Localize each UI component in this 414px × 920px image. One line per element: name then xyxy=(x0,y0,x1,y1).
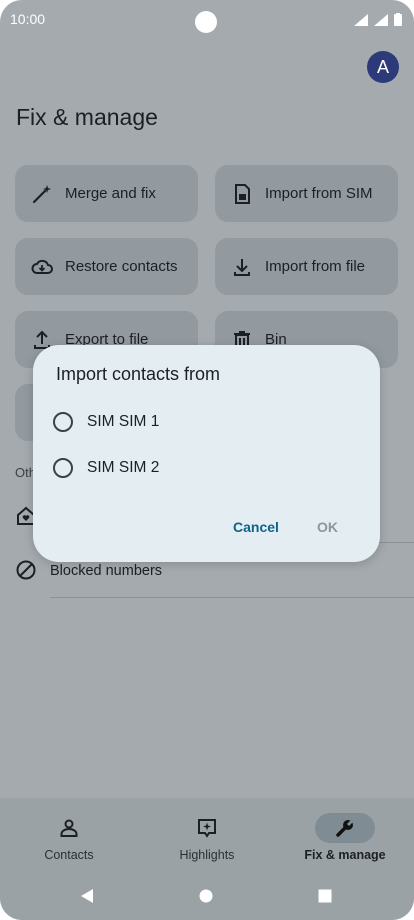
nav-highlights[interactable]: Highlights xyxy=(138,798,276,878)
recents-icon[interactable] xyxy=(318,889,332,903)
merge-and-fix-label: Merge and fix xyxy=(65,185,156,202)
nav-fix-label: Fix & manage xyxy=(304,848,386,862)
sim-card-icon xyxy=(231,183,253,205)
blocked-numbers-label: Blocked numbers xyxy=(50,563,163,579)
download-icon xyxy=(231,256,253,278)
ok-button[interactable]: OK xyxy=(317,519,338,535)
radio-button[interactable] xyxy=(53,458,73,478)
option-label: SIM SIM 2 xyxy=(87,459,160,476)
import-from-file-button[interactable]: Import from file xyxy=(215,238,398,295)
magic-wand-icon xyxy=(31,183,53,205)
status-time: 10:00 xyxy=(10,11,46,27)
account-avatar[interactable]: A xyxy=(367,51,399,83)
block-icon xyxy=(16,560,36,580)
import-from-sim-button[interactable]: Import from SIM xyxy=(215,165,398,222)
person-icon xyxy=(39,813,99,843)
restore-contacts-label: Restore contacts xyxy=(65,258,178,275)
import-from-file-label: Import from file xyxy=(265,258,366,275)
nav-contacts[interactable]: Contacts xyxy=(0,798,138,878)
home-icon[interactable] xyxy=(199,889,213,903)
wifi-icon xyxy=(354,14,368,26)
radio-button[interactable] xyxy=(53,412,73,432)
battery-icon xyxy=(394,13,402,26)
nav-fix-and-manage[interactable]: Fix & manage xyxy=(276,798,414,878)
wrench-icon xyxy=(315,813,375,843)
cloud-download-icon xyxy=(31,256,53,278)
nav-contacts-label: Contacts xyxy=(44,848,94,862)
restore-contacts-button[interactable]: Restore contacts xyxy=(15,238,198,295)
option-label: SIM SIM 1 xyxy=(87,413,160,430)
option-sim-2[interactable]: SIM SIM 2 xyxy=(53,458,159,478)
page-title: Fix & manage xyxy=(16,104,158,130)
merge-and-fix-button[interactable]: Merge and fix xyxy=(15,165,198,222)
avatar-initial: A xyxy=(376,56,389,77)
camera-cutout xyxy=(195,11,217,33)
dialog-title: Import contacts from xyxy=(56,364,221,384)
back-icon[interactable] xyxy=(80,888,94,904)
status-bar: 10:00 xyxy=(0,0,414,40)
option-sim-1[interactable]: SIM SIM 1 xyxy=(53,412,159,432)
highlight-sparkle-icon xyxy=(177,813,237,843)
divider xyxy=(50,597,414,598)
nav-highlights-label: Highlights xyxy=(179,848,235,862)
system-navigation-bar xyxy=(0,870,414,920)
import-contacts-dialog: Import contacts from SIM SIM 1 SIM SIM 2… xyxy=(33,345,380,562)
screen: 10:00 A Fix & manage Merge and fix Impor… xyxy=(0,0,414,920)
cancel-button[interactable]: Cancel xyxy=(233,519,279,535)
status-icons xyxy=(354,13,402,26)
signal-icon xyxy=(374,14,388,26)
import-from-sim-label: Import from SIM xyxy=(265,185,373,202)
